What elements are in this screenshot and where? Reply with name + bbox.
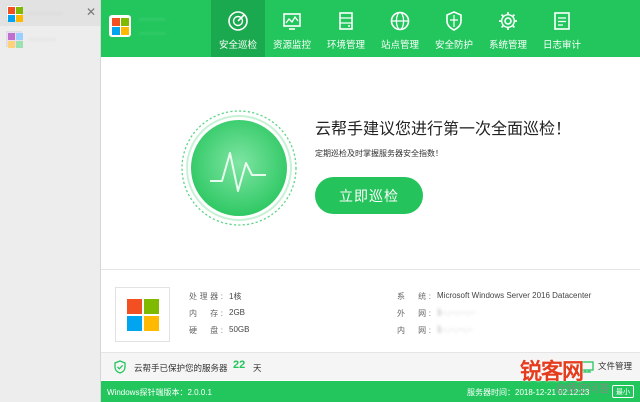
os-logo <box>115 287 170 342</box>
start-scan-button[interactable]: 立即巡检 <box>315 177 423 214</box>
globe-icon <box>390 11 410 31</box>
tab-label: 安全巡检 <box>218 40 257 51</box>
server-name: ········ <box>28 34 56 44</box>
windows-logo-icon <box>126 298 159 331</box>
protection-days: 22 <box>233 359 246 371</box>
disk-row: 硬 盘: 50GB <box>189 325 250 335</box>
tab-label: 系统管理 <box>488 40 527 51</box>
windows-icon <box>6 31 23 48</box>
tab-label: 环境管理 <box>326 40 365 51</box>
server-icon <box>339 12 353 30</box>
lan-ip-value: 1··.··.···.·· <box>437 325 473 334</box>
wan-row: 外 网: 1··.···.···.·· <box>397 308 475 318</box>
tab-label: 安全防护 <box>434 40 473 51</box>
top-header: ········ ········· 安全巡检 资源监控 环境管理 站点管理 安… <box>101 0 640 57</box>
scan-headline: 云帮手建议您进行第一次全面巡检！ <box>315 121 572 138</box>
cpu-row: 处理器: 1核 <box>189 292 242 301</box>
scan-subline: 定期巡检及时掌握服务器安全指数！ <box>315 149 443 158</box>
windows-icon <box>6 5 23 22</box>
memory-value: 2GB <box>229 308 246 317</box>
tab-system-management[interactable]: 系统管理 <box>481 0 535 57</box>
brand: ········ ········· <box>109 14 166 38</box>
days-unit: 天 <box>253 363 262 373</box>
wan-ip-value: 1··.···.···.·· <box>437 308 475 317</box>
brand-title: ········ <box>139 14 166 25</box>
app-window: ·········· ✕ ········ ········ ·········… <box>0 0 640 402</box>
scan-panel: 云帮手建议您进行第一次全面巡检！ 定期巡检及时掌握服务器安全指数！ 立即巡检 <box>101 57 640 269</box>
brand-subtitle: ········· <box>139 28 166 38</box>
close-icon[interactable]: ✕ <box>86 5 96 19</box>
tab-site-management[interactable]: 站点管理 <box>373 0 427 57</box>
shield-icon <box>446 11 462 31</box>
watermark-source: @悟空问答 <box>555 383 611 395</box>
tab-label: 站点管理 <box>380 40 419 51</box>
cpu-value: 1核 <box>229 292 242 301</box>
version-text: Windows探针端版本：2.0.0.1 <box>107 388 212 397</box>
file-manager-label: 文件管理 <box>597 361 632 371</box>
server-list: ·········· ✕ ········ <box>0 0 101 402</box>
shield-check-icon <box>114 360 126 374</box>
os-value: Microsoft Windows Server 2016 Datacenter <box>437 291 592 300</box>
server-item[interactable]: ········ <box>0 26 100 52</box>
scan-icon <box>228 11 248 31</box>
minimize-button[interactable]: 最小 <box>612 385 634 398</box>
tab-resource-monitor[interactable]: 资源监控 <box>265 0 319 57</box>
server-info: 处理器: 1核 内 存: 2GB 硬 盘: 50GB 系 统: Microsoft Wi… <box>101 270 640 350</box>
main-tabs: 安全巡检 资源监控 环境管理 站点管理 安全防护 系统管理 日志审计 <box>211 0 589 57</box>
health-gauge-icon <box>181 110 297 226</box>
file-manager-button[interactable]: 文件管理 <box>580 359 632 373</box>
monitor-icon <box>283 13 301 30</box>
disk-value: 50GB <box>229 325 250 334</box>
tab-security-scan[interactable]: 安全巡检 <box>211 0 265 57</box>
tab-label: 日志审计 <box>542 40 581 51</box>
server-item[interactable]: ·········· ✕ <box>0 0 100 26</box>
memory-row: 内 存: 2GB <box>189 308 246 318</box>
lan-row: 内 网: 1··.··.···.·· <box>397 325 473 335</box>
tab-security-protection[interactable]: 安全防护 <box>427 0 481 57</box>
tab-label: 资源监控 <box>272 40 311 51</box>
windows-logo-icon <box>109 15 131 37</box>
os-row: 系 统: Microsoft Windows Server 2016 Datace… <box>397 291 592 301</box>
server-name: ·········· <box>28 8 63 18</box>
document-icon <box>554 12 570 30</box>
gear-icon <box>499 12 517 30</box>
protection-text: 云帮手已保护您的服务器 <box>134 363 228 373</box>
tab-environment[interactable]: 环境管理 <box>319 0 373 57</box>
tab-log-audit[interactable]: 日志审计 <box>535 0 589 57</box>
